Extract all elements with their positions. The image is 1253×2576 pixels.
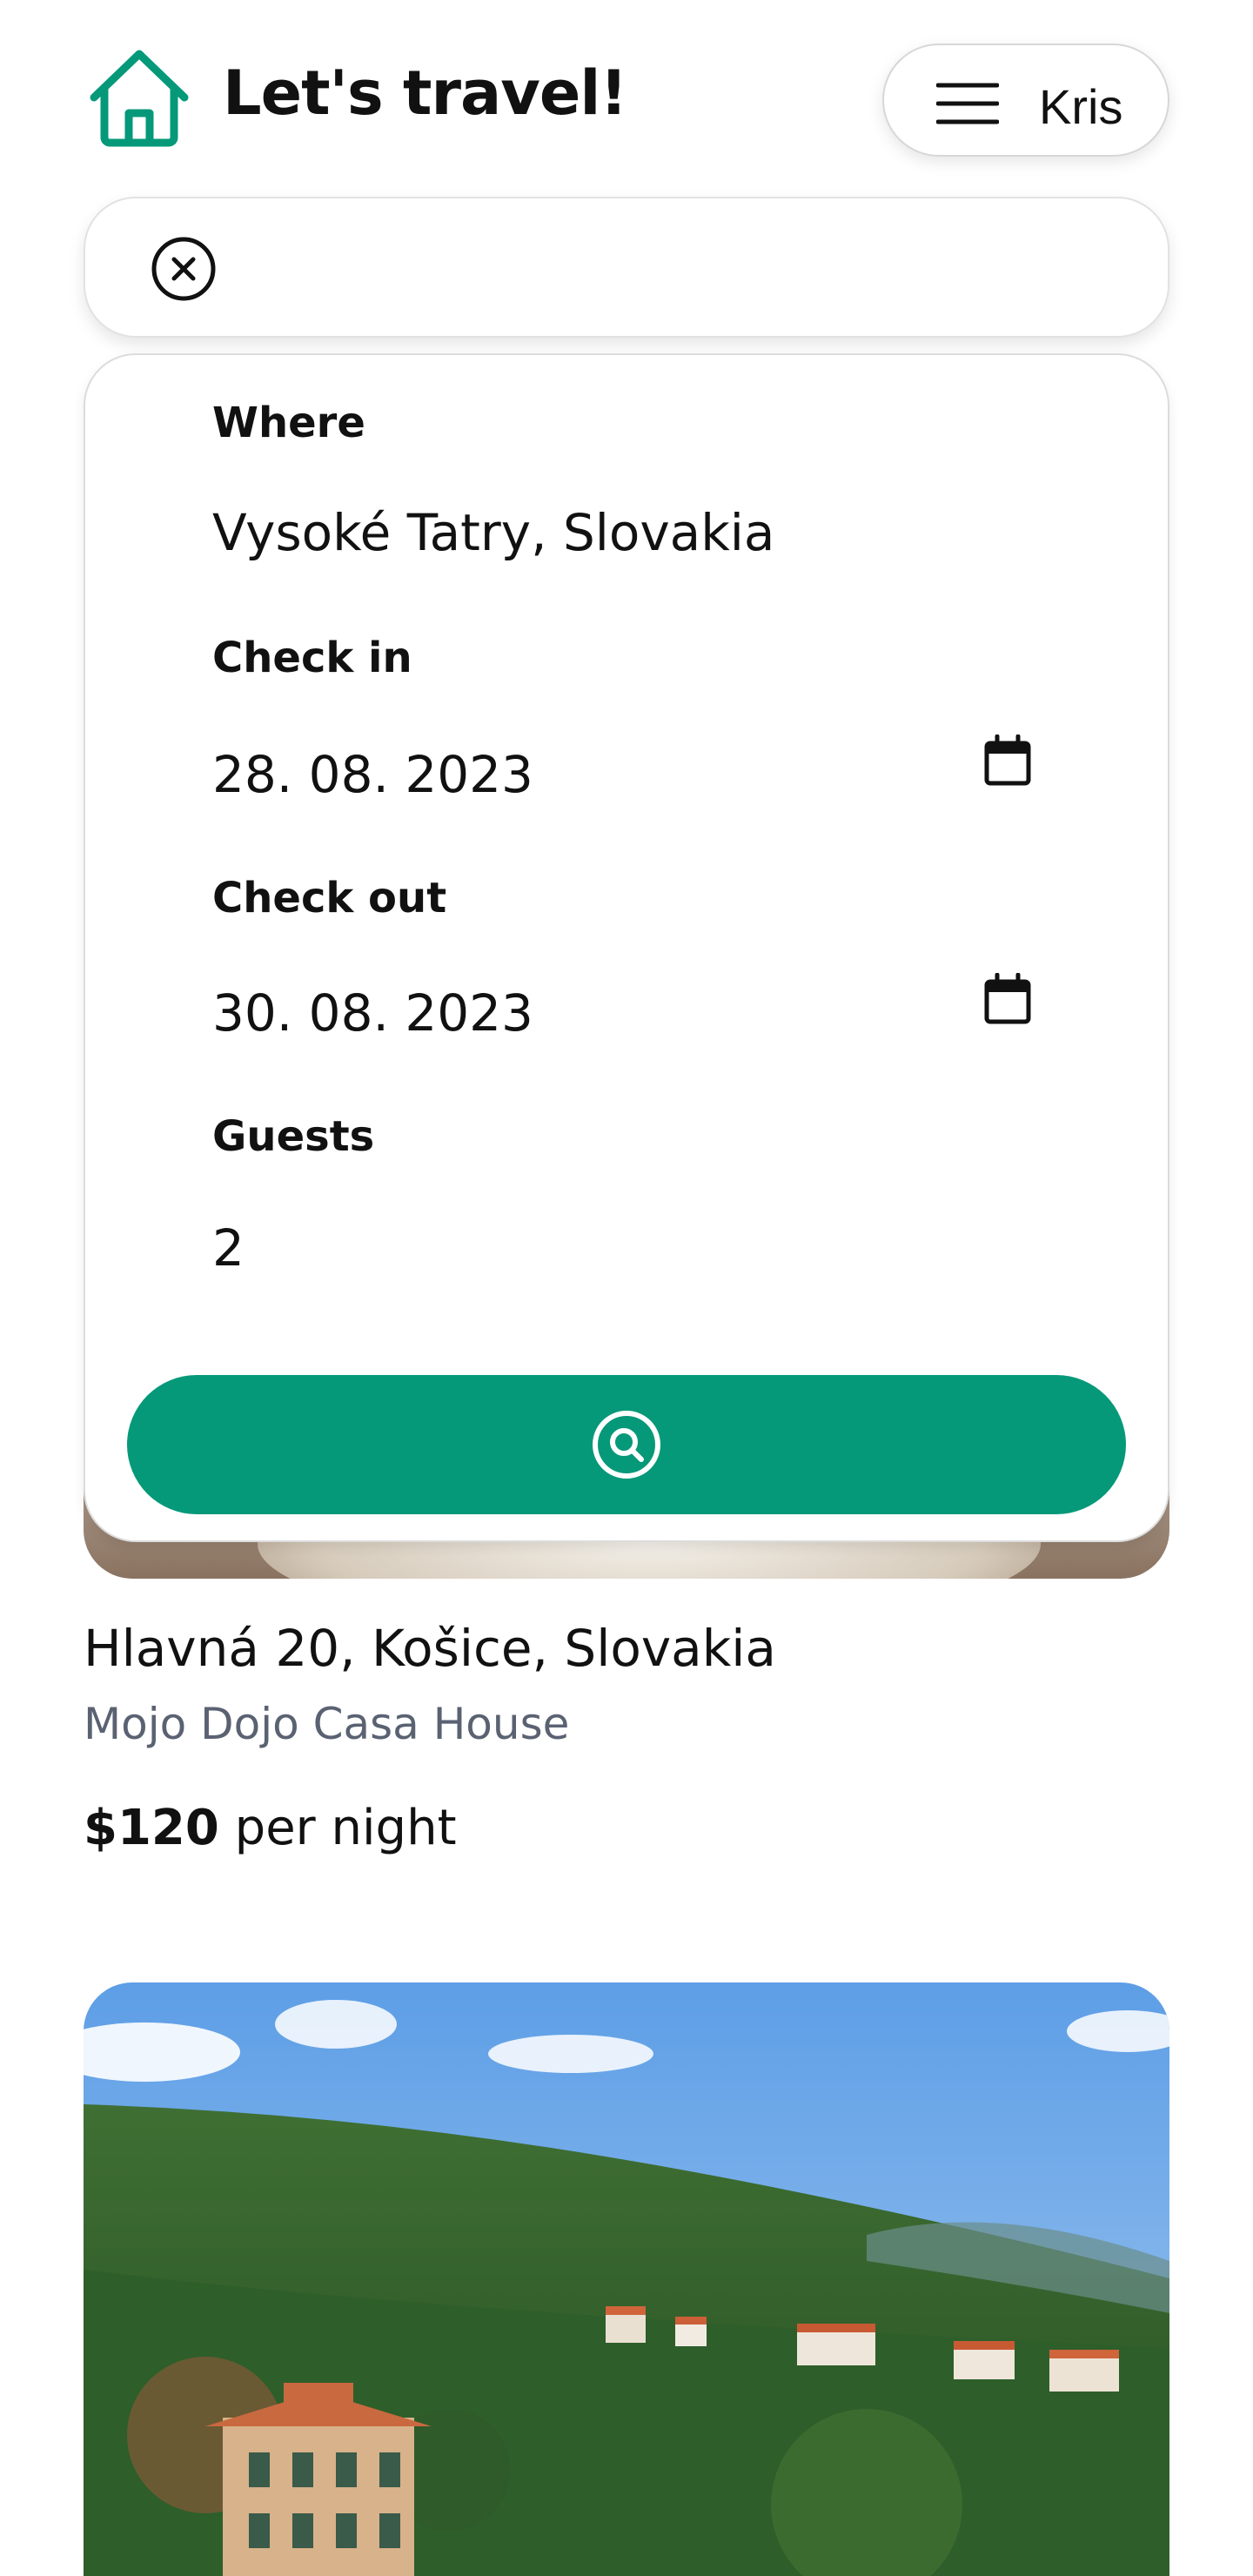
search-icon: [593, 1411, 660, 1479]
search-form: Where Vysoké Tatry, Slovakia Check in 28…: [84, 353, 1169, 1542]
coastal-town-photo: [84, 1982, 1169, 2576]
menu-icon: [936, 83, 999, 124]
calendar-icon[interactable]: [983, 973, 1032, 1025]
listing-price: $120 per night: [84, 1800, 457, 1856]
search-bar[interactable]: [84, 197, 1169, 338]
home-logo-icon[interactable]: [87, 47, 191, 148]
search-button[interactable]: [127, 1375, 1126, 1514]
close-circle-icon[interactable]: [150, 235, 218, 303]
app-title: Let's travel!: [223, 57, 627, 129]
where-label: Where: [212, 399, 365, 447]
where-input[interactable]: Vysoké Tatry, Slovakia: [212, 503, 774, 562]
listing-image[interactable]: [84, 1982, 1169, 2576]
calendar-icon[interactable]: [983, 735, 1032, 787]
guests-label: Guests: [212, 1112, 375, 1161]
listing-address[interactable]: Hlavná 20, Košice, Slovakia: [84, 1619, 776, 1678]
user-name: Kris: [1039, 79, 1123, 134]
guests-input[interactable]: 2: [212, 1218, 245, 1278]
checkout-input[interactable]: 30. 08. 2023: [212, 983, 533, 1043]
user-menu-button[interactable]: Kris: [882, 44, 1169, 157]
checkin-label: Check in: [212, 634, 412, 682]
price-unit: per night: [234, 1800, 457, 1856]
price-amount: $120: [84, 1800, 219, 1856]
checkin-input[interactable]: 28. 08. 2023: [212, 745, 533, 804]
listing-name: Mojo Dojo Casa House: [84, 1699, 570, 1749]
checkout-label: Check out: [212, 874, 447, 922]
